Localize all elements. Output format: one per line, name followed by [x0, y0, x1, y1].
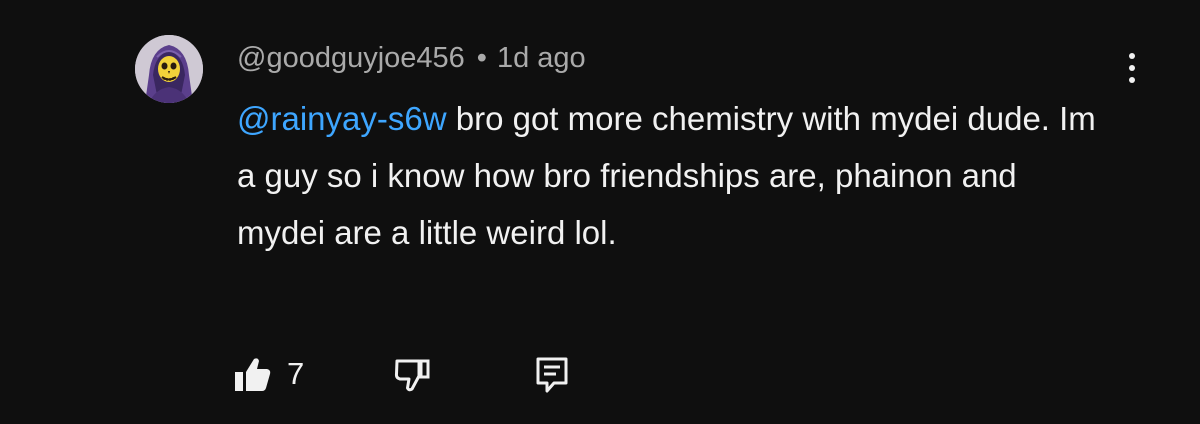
- like-button[interactable]: 7: [232, 350, 304, 398]
- author-name[interactable]: @goodguyjoe456: [237, 42, 465, 74]
- more-vert-icon-dot: [1129, 65, 1135, 71]
- skeletor-avatar-image: [135, 35, 203, 103]
- comment-text: @rainyay-s6w bro got more chemistry with…: [237, 90, 1097, 261]
- comment-thread-item: @goodguyjoe456 • 1d ago @rainyay-s6w bro g…: [0, 0, 1200, 424]
- comment-timestamp[interactable]: 1d ago: [497, 42, 586, 74]
- dislike-button[interactable]: [392, 350, 432, 398]
- mention-link[interactable]: @rainyay-s6w: [237, 100, 447, 137]
- like-count: 7: [287, 356, 305, 391]
- more-vert-icon-dot: [1129, 53, 1135, 59]
- comment-header: @goodguyjoe456 • 1d ago: [237, 38, 586, 78]
- reply-button[interactable]: [532, 350, 572, 398]
- comment-reply-icon: [536, 357, 568, 393]
- separator-dot: •: [476, 42, 487, 74]
- avatar[interactable]: [135, 35, 203, 103]
- more-vert-icon-dot: [1129, 77, 1135, 83]
- thumbs-up-filled-icon: [235, 358, 271, 391]
- thumbs-down-outline-icon: [394, 359, 430, 392]
- more-actions-button[interactable]: [1112, 48, 1152, 88]
